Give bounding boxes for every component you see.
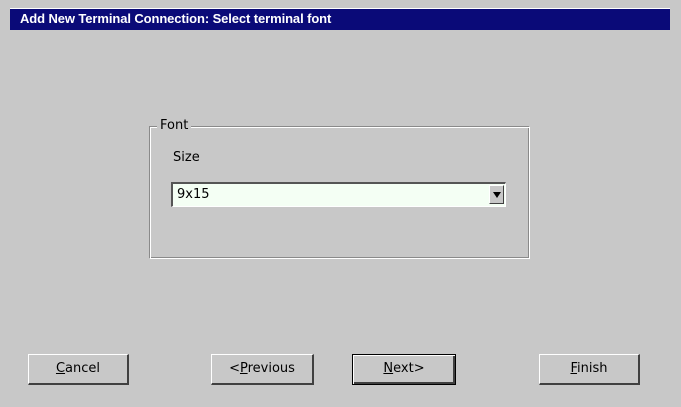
next-label-rest: ext> [393,361,425,376]
font-size-select[interactable]: 9x15 [171,182,506,207]
next-mnemonic: N [383,361,394,376]
finish-button[interactable]: Finish [539,354,640,385]
dropdown-button[interactable] [489,185,504,204]
title-bar: Add New Terminal Connection: Select term… [10,8,670,30]
cancel-button[interactable]: Cancel [28,354,129,385]
font-size-value: 9x15 [177,187,210,202]
wizard-content: Font Size 9x15 Cancel <Previous Next> Fi… [10,30,670,406]
window-title: Add New Terminal Connection: Select term… [20,11,332,26]
previous-label-rest: revious [247,361,295,376]
cancel-label-rest: ancel [65,361,101,376]
previous-button[interactable]: <Previous [211,354,314,385]
finish-label-rest: inish [577,361,608,376]
next-button[interactable]: Next> [352,354,456,385]
size-label: Size [173,150,200,165]
previous-prefix: < [229,361,240,376]
previous-mnemonic: P [239,361,248,376]
font-group-legend: Font [157,118,192,134]
cancel-mnemonic: C [55,361,66,376]
wizard-window: Add New Terminal Connection: Select term… [0,0,681,407]
chevron-down-icon [493,192,501,198]
